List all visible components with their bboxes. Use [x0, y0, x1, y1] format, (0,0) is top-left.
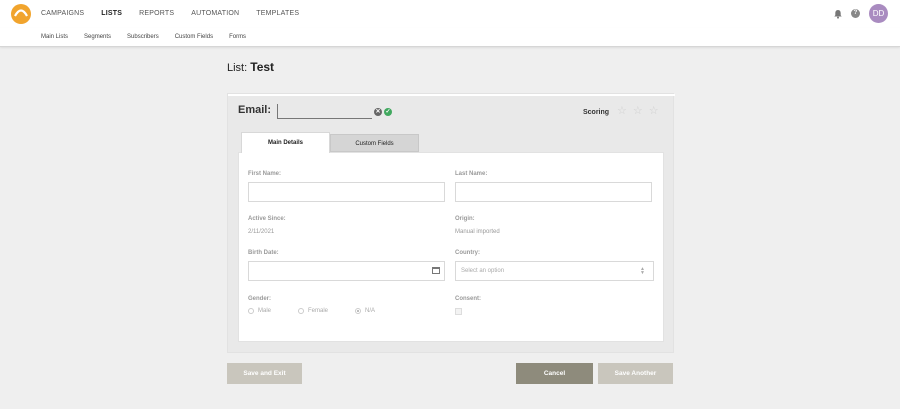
top-navigation-bar: CAMPAIGNS LISTS REPORTS AUTOMATION TEMPL…: [0, 0, 900, 28]
birth-date-input[interactable]: [248, 261, 445, 281]
user-avatar[interactable]: DD: [869, 4, 888, 23]
confirm-email-icon[interactable]: ✓: [384, 108, 392, 116]
consent-checkbox[interactable]: [455, 308, 462, 315]
star-icon[interactable]: ☆: [633, 106, 643, 117]
active-since-label: Active Since:: [248, 216, 286, 222]
nav-lists[interactable]: LISTS: [101, 10, 122, 17]
origin-label: Origin:: [455, 216, 475, 222]
card-top-edge: [228, 94, 675, 96]
calendar-icon[interactable]: [432, 267, 440, 274]
last-name-label: Last Name:: [455, 171, 488, 177]
subscriber-card: Email: ✕ ✓ Scoring ☆ ☆ ☆ Main Details Cu…: [227, 93, 675, 353]
save-and-exit-button[interactable]: Save and Exit: [227, 363, 302, 384]
cancel-button[interactable]: Cancel: [516, 363, 593, 384]
origin-value: Manual imported: [455, 229, 500, 235]
page-title-prefix: List:: [227, 62, 248, 74]
subnav-forms[interactable]: Forms: [229, 34, 246, 40]
first-name-input[interactable]: [248, 182, 445, 202]
email-input[interactable]: [277, 104, 372, 119]
page-title: List: Test: [227, 60, 274, 74]
active-since-value: 2/11/2021: [248, 229, 275, 235]
star-icon[interactable]: ☆: [649, 106, 659, 117]
app-logo[interactable]: [11, 4, 31, 24]
select-arrows-icon: ▲ ▼: [640, 266, 645, 276]
country-select[interactable]: Select an option ▲ ▼: [455, 261, 654, 281]
nav-campaigns[interactable]: CAMPAIGNS: [41, 10, 84, 17]
nav-automation[interactable]: AUTOMATION: [191, 10, 239, 17]
help-icon[interactable]: ?: [851, 9, 860, 18]
country-placeholder: Select an option: [461, 268, 505, 274]
birth-date-label: Birth Date:: [248, 250, 279, 256]
main-nav: CAMPAIGNS LISTS REPORTS AUTOMATION TEMPL…: [41, 10, 316, 17]
gender-radio-group: Male Female N/A: [248, 308, 402, 314]
tab-custom-fields[interactable]: Custom Fields: [330, 134, 419, 152]
first-name-label: First Name:: [248, 171, 282, 177]
subnav-segments[interactable]: Segments: [84, 34, 111, 40]
star-icon[interactable]: ☆: [617, 106, 627, 117]
gender-label: Gender:: [248, 296, 272, 302]
gender-radio-male[interactable]: [248, 308, 254, 314]
country-label: Country:: [455, 250, 480, 256]
nav-reports[interactable]: REPORTS: [139, 10, 174, 17]
tab-main-details[interactable]: Main Details: [241, 132, 330, 153]
scoring-label: Scoring: [583, 109, 610, 116]
gender-radio-na[interactable]: [355, 308, 362, 314]
nav-templates[interactable]: TEMPLATES: [256, 10, 299, 17]
clear-email-icon[interactable]: ✕: [374, 108, 382, 116]
notifications-bell-icon[interactable]: [833, 9, 843, 19]
gender-radio-female[interactable]: [298, 308, 305, 314]
email-label: Email:: [238, 104, 272, 116]
consent-label: Consent:: [455, 296, 481, 302]
subnav-main-lists[interactable]: Main Lists: [41, 34, 68, 40]
subnav-custom-fields[interactable]: Custom Fields: [175, 34, 213, 40]
list-name: Test: [250, 60, 275, 74]
gender-label-na: N/A: [365, 308, 376, 314]
gender-label-female: Female: [308, 308, 329, 314]
logo-arc-icon: [14, 9, 28, 17]
gender-label-male: Male: [258, 308, 272, 314]
lists-subnav: Main Lists Segments Subscribers Custom F…: [41, 34, 262, 40]
save-another-button[interactable]: Save Another: [598, 363, 673, 384]
sub-navigation-bar: Main Lists Segments Subscribers Custom F…: [0, 28, 900, 47]
subnav-subscribers[interactable]: Subscribers: [127, 34, 159, 40]
main-details-panel: First Name: Last Name: Active Since: 2/1…: [238, 152, 664, 342]
last-name-input[interactable]: [455, 182, 652, 202]
scoring-stars: ☆ ☆ ☆: [617, 106, 659, 117]
